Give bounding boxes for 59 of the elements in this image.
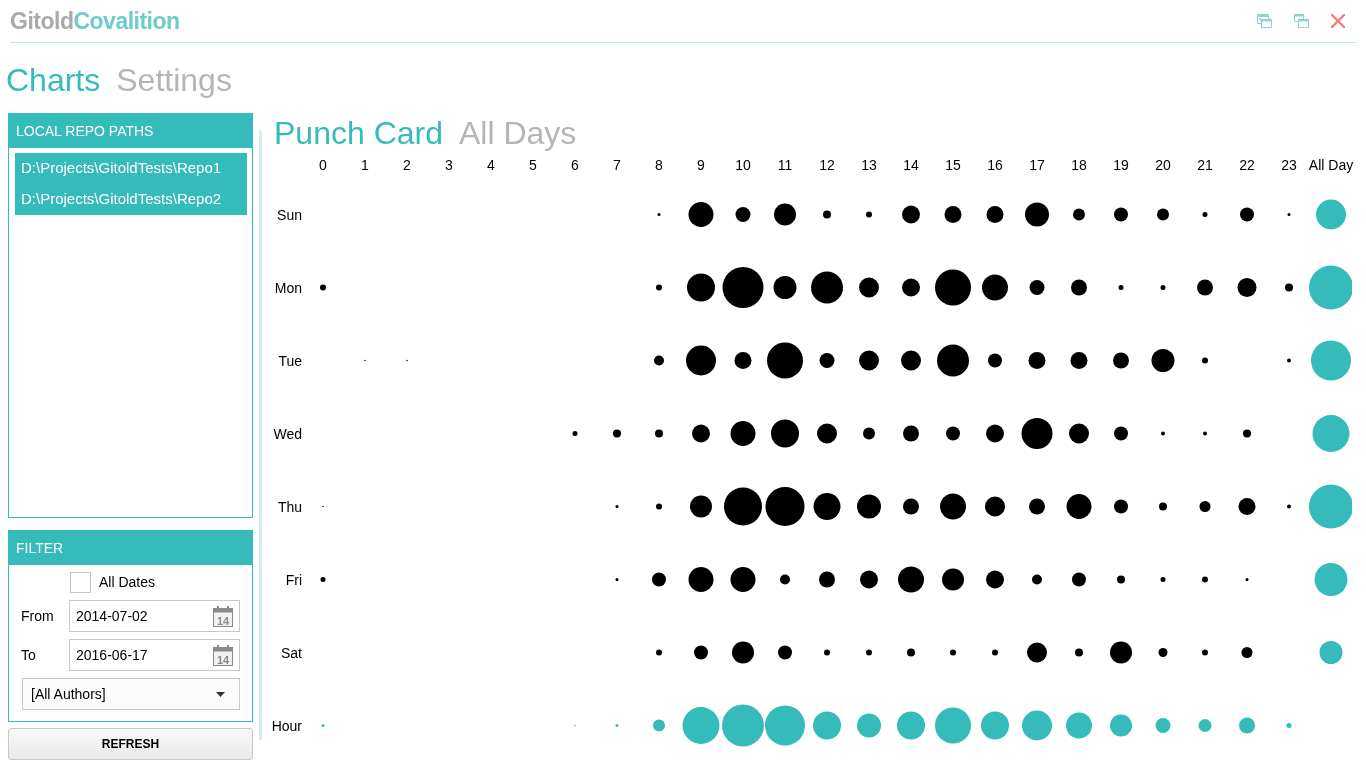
hour-label: 18 [1071, 158, 1087, 172]
row-label: Wed [273, 426, 302, 441]
hour-label: 15 [945, 158, 961, 172]
panel-header: FILTER [9, 531, 252, 565]
hour-label: 11 [777, 158, 793, 172]
row-label: Thu [277, 499, 302, 514]
close-button[interactable] [1331, 14, 1345, 28]
hour-label: 20 [1155, 158, 1171, 172]
hour-label: 16 [987, 158, 1003, 172]
window-arrow-button[interactable] [1257, 14, 1272, 28]
restore-window-icon [1294, 14, 1309, 28]
refresh-button[interactable]: REFRESH [8, 728, 253, 760]
hour-label: 13 [861, 158, 877, 172]
repo-path-item[interactable]: D:\Projects\GitoldTests\Repo1 [15, 153, 247, 184]
date-label: To [21, 645, 37, 665]
hour-label: 10 [735, 158, 751, 172]
row-label: Hour [271, 718, 302, 733]
hour-label: 22 [1239, 158, 1255, 172]
repo-path-item[interactable]: D:\Projects\GitoldTests\Repo2 [15, 184, 247, 215]
row-label: Mon [274, 280, 302, 295]
hour-label: 2 [403, 158, 411, 172]
author-dropdown[interactable]: [All Authors] [22, 678, 240, 710]
caret-icon [216, 691, 225, 697]
all-dates-label: All Dates [99, 573, 156, 592]
date-field[interactable]: 2016-06-17 14 [69, 639, 240, 671]
nav-tab[interactable]: Settings [116, 60, 232, 100]
hour-label: 5 [529, 158, 537, 172]
date-label: From [21, 606, 55, 626]
hour-label: 6 [571, 158, 579, 172]
hour-label: 9 [697, 158, 705, 172]
calendar-icon: 14 [213, 644, 233, 666]
hour-label: 1 [361, 158, 369, 172]
hour-label: 14 [903, 158, 919, 172]
all-dates-checkbox[interactable] [70, 572, 91, 593]
hour-label: 21 [1197, 158, 1213, 172]
hour-label: 3 [445, 158, 453, 172]
hour-label: 12 [819, 158, 835, 172]
hour-label: 17 [1029, 158, 1045, 172]
row-label: Sat [281, 645, 302, 660]
chart-tab[interactable]: Punch Card [274, 112, 443, 153]
hour-label: All Day [1308, 158, 1354, 172]
window-arrow-icon [1257, 14, 1272, 28]
hour-label: 19 [1113, 158, 1129, 172]
hour-label: 4 [487, 158, 495, 172]
hour-label: 23 [1281, 158, 1297, 172]
row-label: Sun [277, 207, 302, 222]
date-field[interactable]: 2014-07-02 14 [69, 600, 240, 632]
calendar-icon: 14 [213, 605, 233, 627]
hour-label: 7 [613, 158, 621, 172]
hour-label: 8 [655, 158, 663, 172]
panel-header: LOCAL REPO PATHS [9, 114, 252, 148]
nav-tab[interactable]: Charts [6, 60, 101, 100]
hour-label: 0 [319, 158, 327, 172]
app-title: GitoldCovalition [10, 9, 180, 33]
restore-button[interactable] [1294, 14, 1309, 28]
row-label: Fri [285, 572, 302, 587]
row-label: Tue [278, 353, 302, 368]
close-icon [1331, 14, 1345, 28]
chart-tab[interactable]: All Days [459, 112, 577, 153]
